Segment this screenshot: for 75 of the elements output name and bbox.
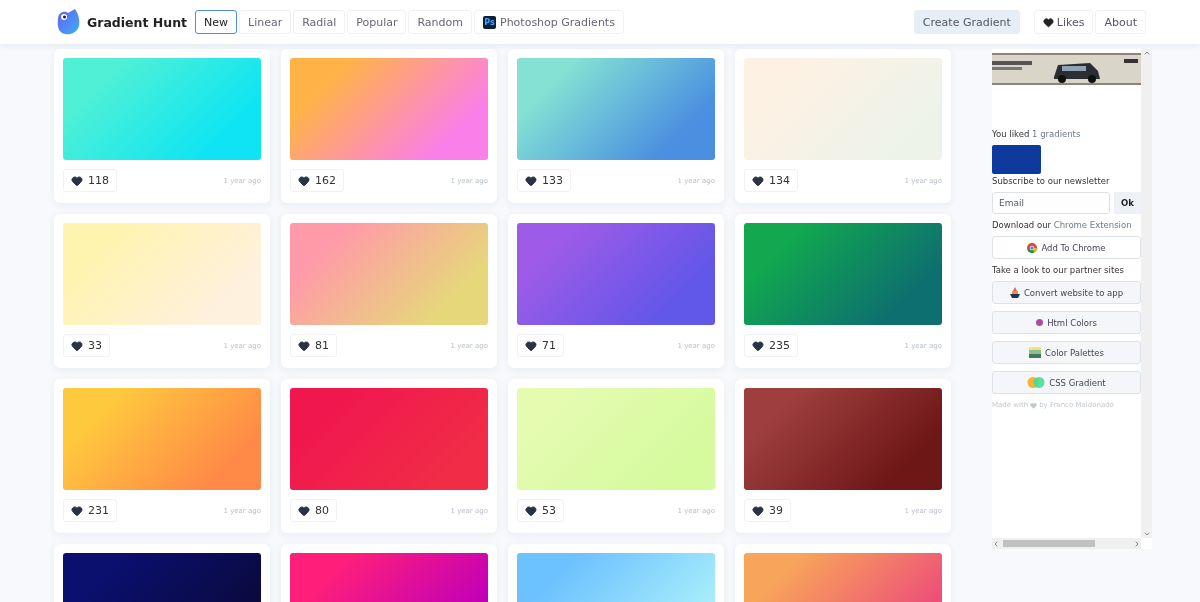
partners-label: Take a look to our partner sites — [992, 265, 1125, 275]
circles-icon — [1027, 377, 1046, 388]
gradient-swatch[interactable] — [517, 223, 715, 325]
gradient-swatch[interactable] — [744, 388, 942, 490]
add-to-chrome-button[interactable]: Add To Chrome — [992, 236, 1141, 259]
nav-tab[interactable]: Linear — [239, 10, 292, 34]
create-button[interactable]: Create Gradient — [913, 10, 1020, 34]
nav-tab[interactable]: New — [195, 10, 238, 34]
chrome-icon — [1027, 242, 1038, 253]
nav-tab[interactable]: Popular — [347, 10, 407, 34]
like-button[interactable]: 162 — [290, 169, 344, 192]
extension-link[interactable]: Chrome Extension — [1053, 220, 1132, 230]
like-button[interactable]: 80 — [290, 499, 337, 522]
like-button[interactable]: 71 — [517, 334, 564, 357]
nav-tab[interactable]: Radial — [293, 10, 346, 34]
heart-icon — [71, 339, 83, 352]
nav-tab[interactable]: Ps Photoshop Gradients — [474, 10, 624, 34]
scroll-right-icon[interactable] — [1133, 539, 1141, 548]
heart-icon — [71, 504, 83, 517]
dot-icon — [1036, 319, 1044, 326]
scroll-down-icon[interactable] — [1142, 530, 1151, 538]
ok-button[interactable]: Ok — [1114, 192, 1141, 214]
heart-icon — [752, 504, 764, 517]
heart-icon — [298, 339, 310, 352]
heart-icon — [752, 339, 764, 352]
partner-button[interactable]: Html Colors — [992, 311, 1141, 334]
like-button[interactable]: 134 — [744, 169, 798, 192]
horizontal-scrollbar[interactable] — [992, 538, 1141, 549]
like-button[interactable]: 235 — [744, 334, 798, 357]
like-button[interactable]: 39 — [744, 499, 791, 522]
newsletter-label: Subscribe to our newsletter — [992, 176, 1111, 186]
logo-icon — [55, 9, 81, 35]
scroll-up-icon[interactable] — [1142, 49, 1151, 57]
ps-icon: Ps — [483, 15, 496, 29]
email-field[interactable]: Email — [992, 192, 1110, 214]
heart-icon — [71, 174, 83, 187]
heart-icon — [1030, 401, 1038, 409]
like-button[interactable]: 118 — [63, 169, 117, 192]
about-button[interactable]: About — [1095, 10, 1146, 34]
partner-button[interactable]: Color Palettes — [992, 341, 1141, 364]
like-button[interactable]: 133 — [517, 169, 571, 192]
heart-icon — [298, 504, 310, 517]
heart-icon — [298, 174, 310, 187]
like-button[interactable]: 53 — [517, 499, 564, 522]
nav-tab[interactable]: Random — [408, 10, 472, 34]
gradient-swatch[interactable] — [744, 58, 942, 160]
gradient-swatch[interactable] — [63, 223, 261, 325]
gradient-swatch[interactable] — [290, 388, 488, 490]
like-button[interactable]: 231 — [63, 499, 117, 522]
partner-button[interactable]: CSS Gradient — [992, 371, 1141, 394]
gradient-swatch[interactable] — [63, 388, 261, 490]
heart-icon — [525, 504, 537, 517]
gradient-swatch[interactable] — [290, 223, 488, 325]
liked-link[interactable]: 1 gradients — [1032, 129, 1081, 139]
palette-icon — [1029, 347, 1042, 358]
brand-name: Gradient Hunt — [87, 14, 188, 30]
partner-button[interactable]: Convert website to app — [992, 281, 1141, 304]
like-button[interactable]: 81 — [290, 334, 337, 357]
liked-count-text: You liked 1 gradients — [992, 129, 1082, 139]
vertical-scrollbar[interactable] — [1141, 49, 1152, 538]
likes-button[interactable]: Likes — [1033, 10, 1094, 34]
boat-icon — [1009, 287, 1020, 298]
gradient-swatch[interactable] — [517, 388, 715, 490]
heart-icon — [1042, 16, 1054, 28]
gradient-swatch[interactable] — [63, 58, 261, 160]
scroll-left-icon[interactable] — [992, 539, 1000, 548]
extension-text: Download our Chrome Extension — [992, 220, 1133, 230]
gradient-swatch[interactable] — [290, 58, 488, 160]
liked-swatch[interactable] — [992, 145, 1041, 174]
gradient-swatch[interactable] — [744, 223, 942, 325]
gradient-swatch[interactable] — [517, 58, 715, 160]
like-button[interactable]: 33 — [63, 334, 110, 357]
heart-icon — [525, 174, 537, 187]
heart-icon — [752, 174, 764, 187]
heart-icon — [525, 339, 537, 352]
